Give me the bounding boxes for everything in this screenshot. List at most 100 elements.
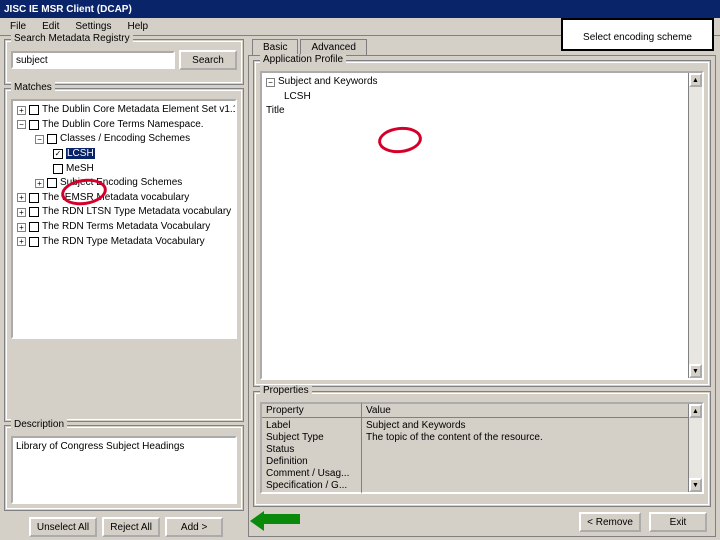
annotation-callout: Select encoding scheme <box>561 18 714 51</box>
expand-icon[interactable]: + <box>35 179 44 188</box>
checkbox[interactable] <box>29 237 39 247</box>
scroll-down-icon[interactable]: ▼ <box>689 364 702 378</box>
prop-row: Status <box>266 444 357 456</box>
tree-node[interactable]: + The RDN Terms Metadata Vocabulary <box>15 220 233 235</box>
checkbox[interactable] <box>29 222 39 232</box>
description-group-title: Description <box>11 419 67 430</box>
checkbox[interactable] <box>29 207 39 217</box>
tree-node[interactable]: + Subject Encoding Schemes <box>33 176 233 191</box>
exit-button[interactable]: Exit <box>649 512 707 532</box>
scroll-up-icon[interactable]: ▲ <box>689 404 702 418</box>
reject-all-button[interactable]: Reject All <box>102 517 160 537</box>
expand-icon[interactable]: + <box>17 223 26 232</box>
description-group: Description Library of Congress Subject … <box>4 425 244 511</box>
tree-node[interactable]: − The Dublin Core Terms Namespace. − Class… <box>15 118 233 191</box>
search-button[interactable]: Search <box>179 50 237 70</box>
collapse-icon[interactable]: − <box>17 120 26 129</box>
left-button-row: Unselect All Reject All Add > <box>4 514 244 537</box>
matches-group-title: Matches <box>11 82 55 93</box>
tree-node[interactable]: Title <box>264 104 700 119</box>
checkbox[interactable] <box>29 120 39 130</box>
tree-label: LCSH <box>284 91 311 102</box>
properties-key-column: Property Label Subject Type Status Defin… <box>260 402 362 494</box>
workspace: Search Metadata Registry Search Matches … <box>0 36 720 540</box>
unselect-all-button[interactable]: Unselect All <box>29 517 97 537</box>
prop-row: Label <box>266 420 357 432</box>
scroll-track[interactable] <box>689 418 702 478</box>
tree-node[interactable]: LCSH <box>51 147 233 162</box>
arrow-head-icon <box>250 511 264 531</box>
checkbox[interactable] <box>29 193 39 203</box>
properties-header-property: Property <box>262 404 361 418</box>
prop-row: Comment / Usag... <box>266 468 357 480</box>
menu-help[interactable]: Help <box>120 20 157 33</box>
collapse-icon[interactable]: − <box>35 135 44 144</box>
window-title: JISC IE MSR Client (DCAP) <box>4 4 132 15</box>
search-group: Search Metadata Registry Search <box>4 39 244 85</box>
tree-node[interactable]: − Classes / Encoding Schemes LCSH MeSH <box>33 132 233 176</box>
tree-label: The IEMSR Metadata vocabulary <box>42 192 189 203</box>
arrow-shaft <box>264 514 300 524</box>
prop-value: The topic of the content of the resource… <box>366 432 698 444</box>
tab-advanced[interactable]: Advanced <box>300 39 366 55</box>
properties-group-title: Properties <box>260 385 312 396</box>
tree-label: Title <box>266 105 285 116</box>
tree-label: Subject Encoding Schemes <box>60 177 182 188</box>
menu-edit[interactable]: Edit <box>34 20 67 33</box>
properties-grid: Property Label Subject Type Status Defin… <box>260 402 704 494</box>
scrollbar-vertical[interactable]: ▲ ▼ <box>688 73 702 378</box>
matches-group: Matches +The Dublin Core Metadata Elemen… <box>4 88 244 422</box>
collapse-icon[interactable]: − <box>266 78 275 87</box>
tree-label: The Dublin Core Metadata Element Set v1.… <box>42 104 237 115</box>
left-panel: Search Metadata Registry Search Matches … <box>0 36 248 540</box>
tree-node[interactable]: LCSH <box>282 90 700 105</box>
add-button[interactable]: Add > <box>165 517 223 537</box>
checkbox[interactable] <box>47 134 57 144</box>
tree-label: The Dublin Core Terms Namespace. <box>42 119 204 130</box>
tree-label: Classes / Encoding Schemes <box>60 133 190 144</box>
matches-tree[interactable]: + The Dublin Core Metadata Element Set v1… <box>11 99 237 339</box>
app-profile-group: Application Profile −Subject and Keyword… <box>253 60 711 387</box>
tree-node[interactable]: + The RDN LTSN Type Metadata vocabulary <box>15 205 233 220</box>
expand-icon[interactable]: + <box>17 193 26 202</box>
tab-basic[interactable]: Basic <box>252 39 298 55</box>
tree-label: Subject and Keywords <box>278 76 378 87</box>
tree-label: The RDN Type Metadata Vocabulary <box>42 236 205 247</box>
prop-row: Specification / G... <box>266 480 357 492</box>
tree-label: The RDN Terms Metadata Vocabulary <box>42 221 210 232</box>
tree-node[interactable]: +The Dublin Core Metadata Element Set v1… <box>15 103 233 118</box>
app-profile-title: Application Profile <box>260 54 346 65</box>
properties-header-value: Value <box>362 404 702 418</box>
remove-button[interactable]: < Remove <box>579 512 641 532</box>
tree-node[interactable]: MeSH <box>51 162 233 177</box>
checkbox[interactable] <box>47 178 57 188</box>
checkbox[interactable] <box>53 164 63 174</box>
search-input[interactable] <box>11 51 175 69</box>
app-profile-tree[interactable]: −Subject and Keywords LCSH Title ▲ ▼ <box>260 71 704 380</box>
tree-node[interactable]: + The IEMSR Metadata vocabulary <box>15 191 233 206</box>
scrollbar-vertical[interactable]: ▲ ▼ <box>688 404 702 492</box>
menu-settings[interactable]: Settings <box>67 20 119 33</box>
tree-label: The RDN LTSN Type Metadata vocabulary <box>42 206 231 217</box>
menu-file[interactable]: File <box>2 20 34 33</box>
scroll-down-icon[interactable]: ▼ <box>689 478 702 492</box>
scroll-up-icon[interactable]: ▲ <box>689 73 702 87</box>
tree-node[interactable]: −Subject and Keywords LCSH <box>264 75 700 104</box>
search-group-title: Search Metadata Registry <box>11 33 133 44</box>
prop-value: Subject and Keywords <box>366 420 698 432</box>
right-panel: Basic Advanced Application Profile −Subj… <box>248 36 720 540</box>
expand-icon[interactable]: + <box>17 106 26 115</box>
expand-icon[interactable]: + <box>17 237 26 246</box>
checkbox[interactable] <box>29 105 39 115</box>
tree-label-selected: LCSH <box>66 148 95 159</box>
prop-row: Definition <box>266 456 357 468</box>
tab-body: Application Profile −Subject and Keyword… <box>248 55 716 537</box>
properties-group: Properties Property Label Subject Type S… <box>253 391 711 507</box>
checkbox-checked[interactable] <box>53 149 63 159</box>
tree-node[interactable]: + The RDN Type Metadata Vocabulary <box>15 235 233 250</box>
expand-icon[interactable]: + <box>17 208 26 217</box>
tree-label: MeSH <box>66 163 94 174</box>
properties-value-column: Value Subject and Keywords The topic of … <box>362 402 704 494</box>
scroll-track[interactable] <box>689 87 702 364</box>
annotation-arrow <box>252 511 300 526</box>
